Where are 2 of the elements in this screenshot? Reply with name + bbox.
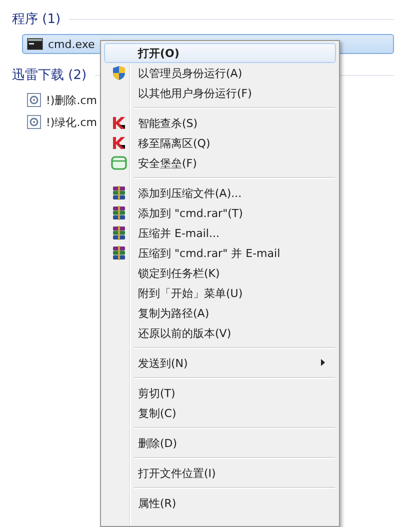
group-header: 迅雷下载 (2) [12, 67, 87, 84]
group-header: 程序 (1) [12, 11, 61, 28]
